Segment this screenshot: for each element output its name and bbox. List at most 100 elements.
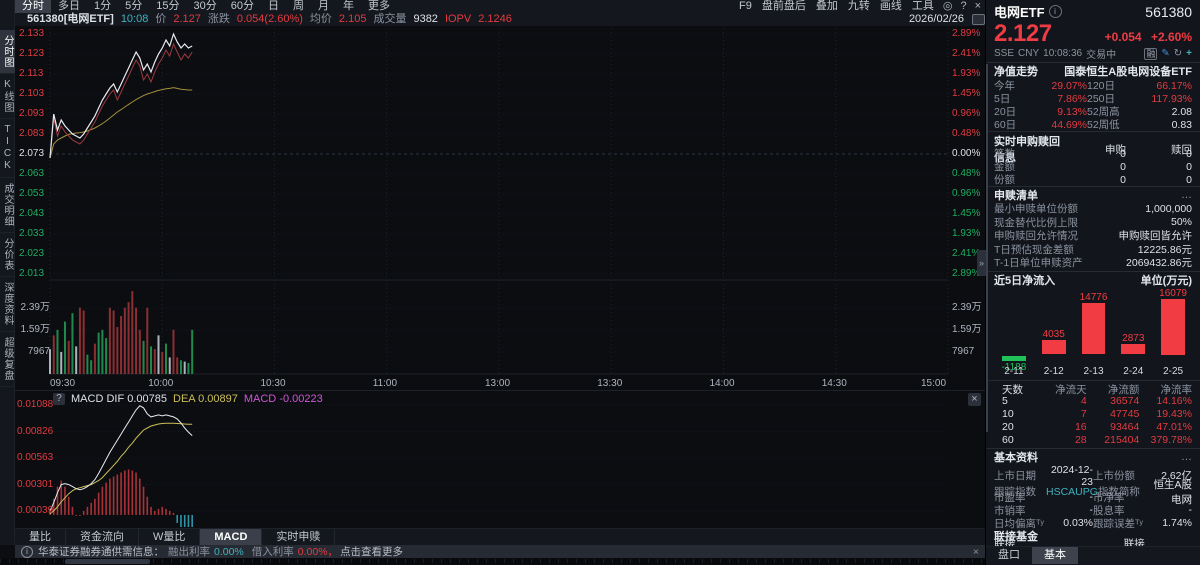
edit-pencil-icon[interactable]: ✎	[1161, 48, 1169, 59]
realtime-row: 份额 0 0	[986, 172, 1200, 187]
etf-name: 电网ETF	[994, 5, 1045, 20]
collapse-panel-handle[interactable]: »	[977, 250, 986, 276]
volume-axis-label: 2.39万	[952, 302, 982, 313]
flow-cell: 14.16%	[1156, 395, 1192, 407]
etf-code: 561380	[1145, 3, 1192, 20]
sidebar-item-分价表[interactable]: 分价表	[0, 233, 15, 277]
toolbar-item-画线[interactable]: 画线	[875, 0, 907, 13]
info-icon: i	[21, 545, 33, 558]
period-tab-多日[interactable]: 多日	[51, 0, 87, 13]
more-ellipsis[interactable]: …	[1181, 189, 1192, 201]
subscribe-value: 0	[1120, 173, 1126, 186]
help-icon[interactable]: ?	[956, 0, 970, 13]
add-icon[interactable]: +	[1186, 48, 1192, 59]
close-icon[interactable]: ×	[967, 546, 985, 558]
perf-label: 60日	[994, 119, 1017, 131]
trading-terminal: 分时图 K线图 TICK 成交明细 分价表 深度资料 超级复盘 分时 多日 1分 5分 15分 30分…	[0, 0, 1200, 565]
sidebar-item-分时图[interactable]: 分时图	[0, 30, 15, 74]
view-more-link[interactable]: 点击查看更多	[340, 544, 403, 559]
period-tab-分时[interactable]: 分时	[15, 0, 51, 13]
redeem-value: 1,000,000	[1145, 202, 1192, 215]
period-tab-15分[interactable]: 15分	[149, 0, 186, 13]
realtime-row: 笔数 0 0	[986, 146, 1200, 161]
nav-trend-row: 60日 44.69% 52周低 0.83	[986, 117, 1200, 132]
macd-title: MACD	[71, 393, 104, 405]
period-tab-1分[interactable]: 1分	[87, 0, 118, 13]
basic-value: 2024-12-23	[1050, 463, 1093, 488]
volume-axis-label: 2.39万	[20, 302, 50, 313]
toolbar-right-group: F9 盘前盘后 叠加 九转 画线 工具 ◎? ×	[734, 0, 985, 13]
toolbar-item-F9[interactable]: F9	[734, 0, 757, 13]
time-axis-label: 14:00	[709, 378, 735, 389]
redeem-value: 2069432.86元	[1126, 257, 1192, 270]
toolbar-item-盘前盘后[interactable]: 盘前盘后	[757, 0, 811, 13]
help-icon[interactable]: ?	[53, 393, 65, 405]
scrollbar-thumb[interactable]	[65, 559, 150, 564]
period-tab-周[interactable]: 周	[286, 0, 311, 13]
trading-status: 交易中	[1086, 50, 1117, 61]
period-tab-5分[interactable]: 5分	[118, 0, 149, 13]
basic-label: 跟踪误差ᵀʸ	[1093, 517, 1143, 530]
macd-pane[interactable]: ? MACD DIF 0.00785 DEA 0.00897 MACD -0.0…	[15, 390, 985, 529]
price-change-pct: +2.60%	[1150, 30, 1192, 44]
panel-tab-盘口[interactable]: 盘口	[986, 547, 1032, 564]
price-axis-label: 2.053	[19, 188, 45, 199]
intraday-chart[interactable]: 2.133 2.123 2.113 2.103 2.093 2.083 2.073 2.063…	[15, 26, 985, 390]
period-tab-60分[interactable]: 60分	[224, 0, 261, 13]
series-对比	[49, 42, 193, 159]
lend-label: 融出利率	[168, 546, 210, 558]
refresh-icon[interactable]: ↻	[1174, 48, 1182, 59]
volume-axis-label: 1.59万	[952, 324, 982, 335]
info-icon[interactable]: i	[1048, 5, 1062, 18]
sidebar-item-深度资料[interactable]: 深度资料	[0, 277, 15, 332]
perf-value: 117.93%	[1151, 92, 1192, 105]
basic-value: -	[1089, 504, 1094, 516]
period-tab-更多[interactable]: 更多	[361, 0, 397, 13]
close-icon[interactable]: ×	[971, 0, 985, 13]
more-ellipsis[interactable]: …	[1181, 451, 1192, 463]
price-axis-label: 2.113	[19, 68, 44, 79]
sidebar-item-超级复盘[interactable]: 超级复盘	[0, 332, 15, 387]
flow-cell: 20	[1002, 421, 1014, 433]
macd-svg[interactable]	[15, 391, 985, 529]
flow-cell: 7	[1080, 408, 1087, 420]
intraday-svg[interactable]	[15, 26, 985, 390]
redeem-row: 申购赎回允许情况 申购赎回皆允许	[986, 229, 1200, 243]
panel-scrollbar-thumb[interactable]	[986, 64, 988, 432]
inflow-category-label: 2-11	[1004, 365, 1024, 377]
basic-value: -	[1089, 491, 1094, 503]
pct-axis-label: 0.00%	[952, 148, 981, 159]
inflow-unit: 单位(万元)	[1140, 274, 1192, 287]
toolbar-item-叠加[interactable]: 叠加	[811, 0, 843, 13]
inflow-header: 近5日净流入 单位(万元)	[986, 273, 1200, 287]
realtime-label: 份额	[994, 174, 1015, 186]
quote-timestamp: 10:08:36	[1043, 48, 1083, 59]
close-icon[interactable]: ×	[968, 393, 981, 406]
period-tab-年[interactable]: 年	[336, 0, 361, 13]
period-tab-30分[interactable]: 30分	[187, 0, 224, 13]
mini-widget-icon[interactable]	[972, 14, 985, 25]
time-axis-label: 13:30	[597, 378, 623, 389]
settings-gear-icon[interactable]: ◎	[939, 0, 957, 13]
top-toolbar: 分时 多日 1分 5分 15分 30分 60分日周月年更多 F9 盘前盘后 叠加 九转 画线 工具 ◎? ×…	[15, 0, 985, 26]
basic-info-row: 市销率 - 股息率 -	[986, 503, 1200, 517]
toolbar-item-工具[interactable]: 工具	[907, 0, 939, 13]
panel-bottom-tabs: 盘口 基本	[986, 546, 1200, 564]
flow-cell: 60	[1002, 434, 1014, 446]
dea-label: DEA	[173, 393, 196, 405]
margin-badge: 融	[1144, 47, 1158, 60]
period-tab-日[interactable]: 日	[261, 0, 286, 13]
period-tab-月[interactable]: 月	[311, 0, 336, 13]
flow-cell: 93464	[1110, 421, 1140, 433]
sidebar-item-TICK[interactable]: TICK	[0, 119, 15, 178]
quote-header: 电网ETF i 561380 2.127 +0.054 +2.60% SSE C…	[986, 0, 1200, 62]
sidebar-item-成交明细[interactable]: 成交明细	[0, 178, 15, 233]
panel-tab-基本[interactable]: 基本	[1032, 547, 1078, 564]
basic-value: 1.74%	[1162, 517, 1192, 529]
perf-value: 9.13%	[1057, 105, 1087, 118]
sidebar-item-K线图[interactable]: K线图	[0, 74, 15, 119]
bottom-scrollbar[interactable]	[0, 558, 985, 565]
toolbar-item-九转[interactable]: 九转	[843, 0, 875, 13]
quote-row: 561380[电网ETF] 10:08 价 2.127 涨跌 0.054(2.6…	[15, 13, 985, 26]
pct-axis-label: 1.45%	[952, 88, 981, 99]
